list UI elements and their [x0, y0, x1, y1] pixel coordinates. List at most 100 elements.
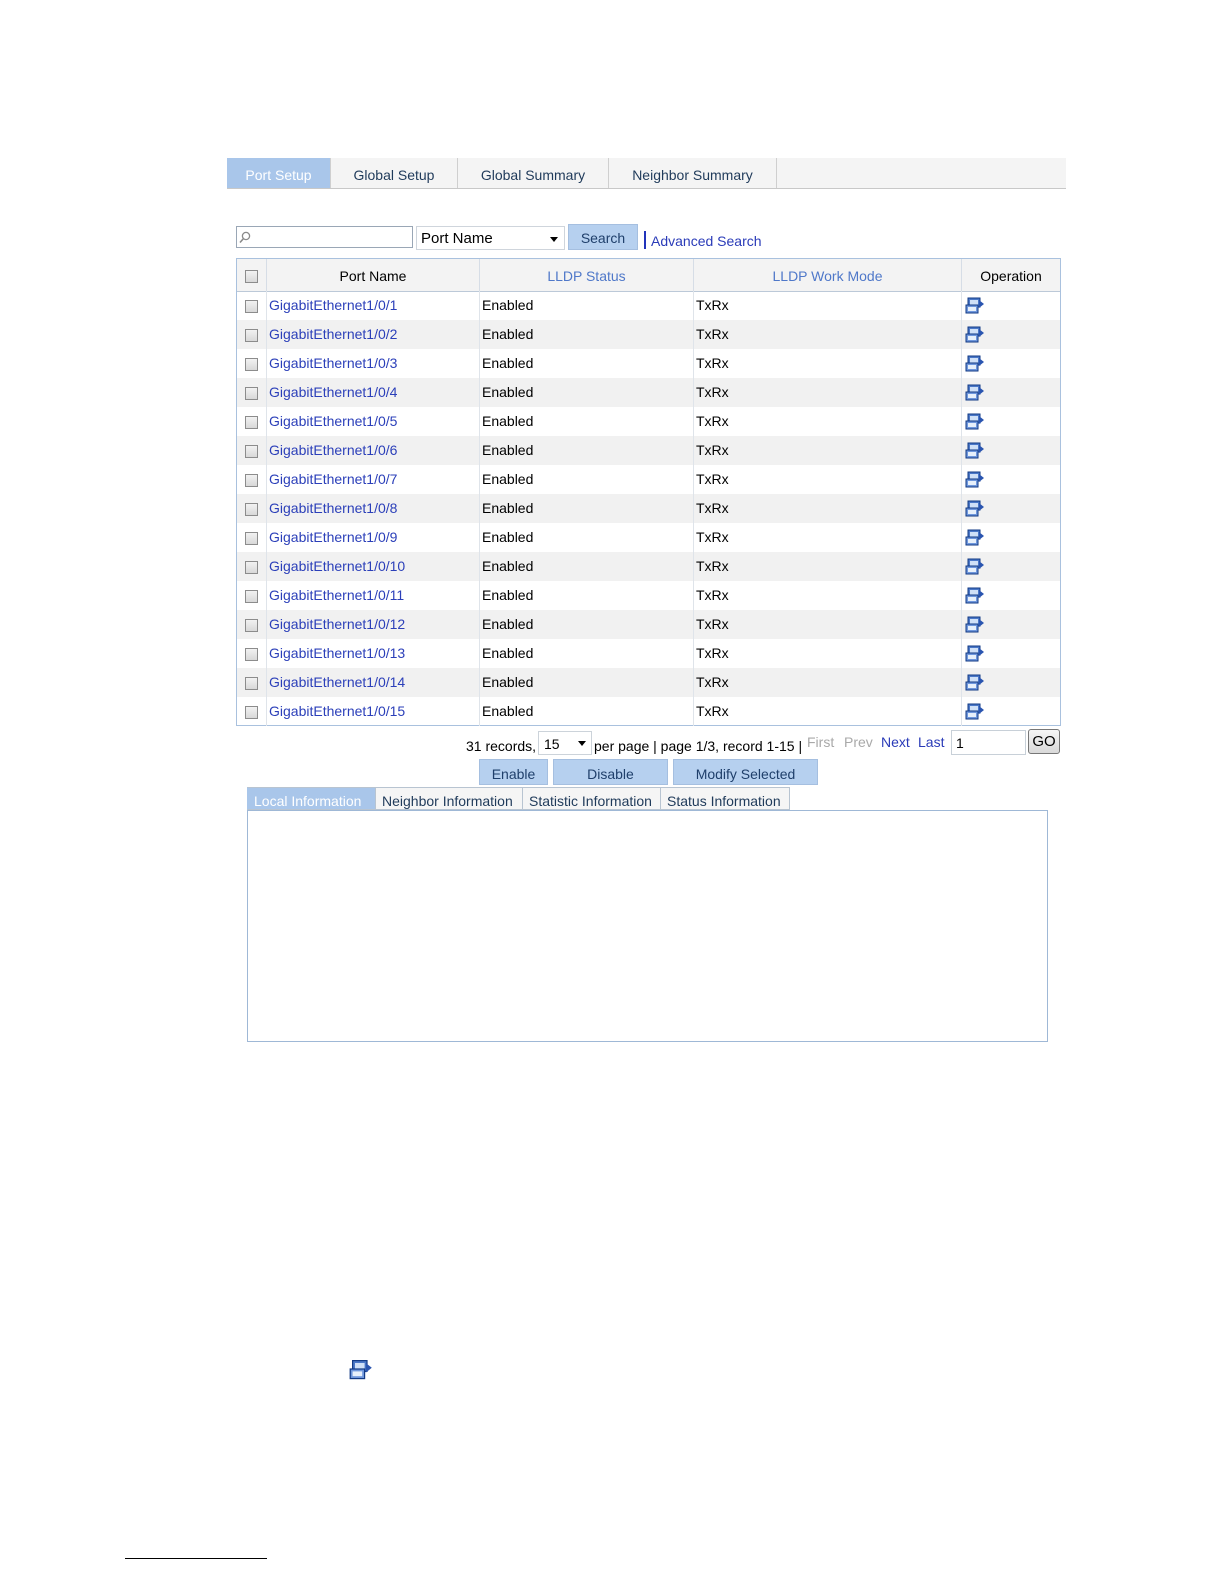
row-select-cell [237, 349, 267, 378]
row-checkbox[interactable] [245, 648, 258, 661]
port-name-link[interactable]: GigabitEthernet1/0/5 [267, 407, 480, 436]
operation-cell [962, 320, 1060, 349]
lldp-work-mode-cell: TxRx [694, 697, 962, 726]
operation-cell [962, 349, 1060, 378]
divider [644, 231, 646, 249]
per-page-select[interactable]: 15 [538, 731, 592, 755]
port-name-link[interactable]: GigabitEthernet1/0/10 [267, 552, 480, 581]
row-select-cell [237, 552, 267, 581]
port-name-link[interactable]: GigabitEthernet1/0/9 [267, 523, 480, 552]
search-field-select[interactable]: Port Name [416, 226, 565, 250]
row-checkbox[interactable] [245, 532, 258, 545]
operation-cell [962, 465, 1060, 494]
header-operation: Operation [980, 268, 1042, 284]
last-page-link[interactable]: Last [918, 734, 944, 750]
header-lldp-status[interactable]: LLDP Status [480, 259, 694, 291]
go-button[interactable]: GO [1028, 729, 1060, 754]
row-select-cell [237, 378, 267, 407]
advanced-search-link[interactable]: Advanced Search [651, 233, 762, 249]
lldp-status-cell: Enabled [480, 581, 694, 610]
search-box [236, 226, 413, 248]
row-select-cell [237, 523, 267, 552]
modify-icon[interactable] [965, 701, 985, 731]
table-row: GigabitEthernet1/0/6 Enabled TxRx [237, 436, 1060, 465]
tab-global-summary[interactable]: Global Summary [458, 158, 609, 188]
top-tab-bar: Port Setup Global Setup Global Summary N… [227, 158, 1066, 189]
operation-cell [962, 610, 1060, 639]
tab-neighbor-summary[interactable]: Neighbor Summary [609, 158, 777, 188]
port-name-link[interactable]: GigabitEthernet1/0/14 [267, 668, 480, 697]
lldp-status-cell: Enabled [480, 465, 694, 494]
row-checkbox[interactable] [245, 416, 258, 429]
table-row: GigabitEthernet1/0/12 Enabled TxRx [237, 610, 1060, 639]
table-row: GigabitEthernet1/0/14 Enabled TxRx [237, 668, 1060, 697]
search-input[interactable] [253, 228, 413, 248]
operation-cell [962, 494, 1060, 523]
port-name-link[interactable]: GigabitEthernet1/0/12 [267, 610, 480, 639]
tab-global-setup[interactable]: Global Setup [331, 158, 458, 188]
modify-icon [349, 1357, 373, 1386]
row-checkbox[interactable] [245, 300, 258, 313]
search-button[interactable]: Search [568, 224, 638, 250]
port-name-link[interactable]: GigabitEthernet1/0/4 [267, 378, 480, 407]
port-name-link[interactable]: GigabitEthernet1/0/7 [267, 465, 480, 494]
port-name-link[interactable]: GigabitEthernet1/0/6 [267, 436, 480, 465]
operation-cell [962, 668, 1060, 697]
port-name-link[interactable]: GigabitEthernet1/0/11 [267, 581, 480, 610]
lldp-status-cell: Enabled [480, 523, 694, 552]
disable-button[interactable]: Disable [553, 759, 668, 785]
modify-selected-button[interactable]: Modify Selected [673, 759, 818, 785]
lldp-status-cell: Enabled [480, 668, 694, 697]
operation-cell [962, 581, 1060, 610]
row-checkbox[interactable] [245, 561, 258, 574]
port-name-link[interactable]: GigabitEthernet1/0/2 [267, 320, 480, 349]
row-select-cell [237, 639, 267, 668]
row-checkbox[interactable] [245, 677, 258, 690]
header-port-name[interactable]: Port Name [267, 259, 480, 291]
footnote-rule [125, 1558, 267, 1559]
row-checkbox[interactable] [245, 619, 258, 632]
prev-page-link: Prev [844, 734, 873, 750]
lldp-status-cell: Enabled [480, 552, 694, 581]
tab-port-setup[interactable]: Port Setup [227, 158, 331, 188]
table-row: GigabitEthernet1/0/10 Enabled TxRx [237, 552, 1060, 581]
port-name-link[interactable]: GigabitEthernet1/0/3 [267, 349, 480, 378]
lldp-status-cell: Enabled [480, 320, 694, 349]
magnifier-icon [239, 231, 251, 244]
tab-local-information[interactable]: Local Information [247, 787, 376, 810]
lldp-work-mode-cell: TxRx [694, 581, 962, 610]
row-checkbox[interactable] [245, 387, 258, 400]
port-name-link[interactable]: GigabitEthernet1/0/15 [267, 697, 480, 726]
port-name-link[interactable]: GigabitEthernet1/0/8 [267, 494, 480, 523]
next-page-link[interactable]: Next [881, 734, 910, 750]
row-checkbox[interactable] [245, 445, 258, 458]
table-row: GigabitEthernet1/0/3 Enabled TxRx [237, 349, 1060, 378]
lldp-status-cell: Enabled [480, 378, 694, 407]
page-summary: per page | page 1/3, record 1-15 | [594, 738, 803, 754]
operation-cell [962, 639, 1060, 668]
row-checkbox[interactable] [245, 358, 258, 371]
tab-neighbor-information[interactable]: Neighbor Information [376, 787, 523, 810]
port-name-link[interactable]: GigabitEthernet1/0/1 [267, 291, 480, 320]
tab-status-information[interactable]: Status Information [661, 787, 790, 810]
row-checkbox[interactable] [245, 329, 258, 342]
row-checkbox[interactable] [245, 590, 258, 603]
lldp-status-cell: Enabled [480, 436, 694, 465]
port-name-link[interactable]: GigabitEthernet1/0/13 [267, 639, 480, 668]
lldp-work-mode-cell: TxRx [694, 465, 962, 494]
lldp-status-cell: Enabled [480, 494, 694, 523]
row-checkbox[interactable] [245, 474, 258, 487]
table-header: Port Name LLDP Status LLDP Work Mode Ope… [237, 259, 1060, 292]
goto-page-input[interactable]: 1 [951, 730, 1026, 755]
enable-button[interactable]: Enable [479, 759, 548, 785]
lldp-work-mode-cell: TxRx [694, 494, 962, 523]
row-checkbox[interactable] [245, 503, 258, 516]
lldp-work-mode-cell: TxRx [694, 436, 962, 465]
tab-statistic-information[interactable]: Statistic Information [523, 787, 661, 810]
lldp-work-mode-cell: TxRx [694, 291, 962, 320]
header-lldp-work-mode[interactable]: LLDP Work Mode [694, 259, 962, 291]
row-checkbox[interactable] [245, 706, 258, 719]
dropdown-arrow-icon [578, 741, 586, 746]
row-select-cell [237, 436, 267, 465]
select-all-checkbox[interactable] [245, 270, 258, 283]
